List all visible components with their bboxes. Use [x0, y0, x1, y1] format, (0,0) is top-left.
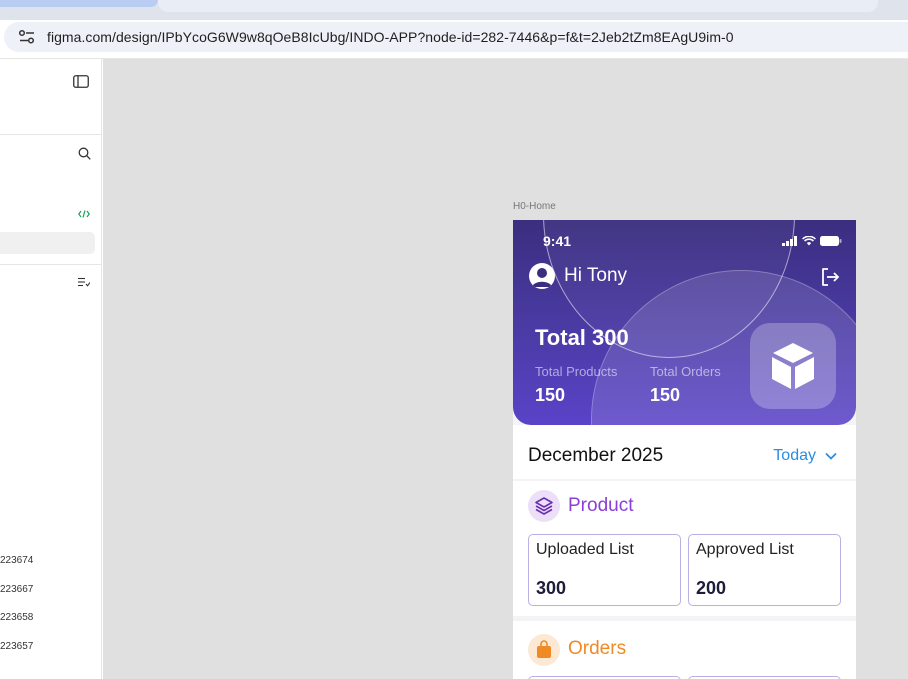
orders-section: Orders: [513, 621, 856, 679]
sidebar-divider: [0, 264, 102, 265]
layer-item[interactable]: 223658: [0, 612, 33, 623]
layers-icon: [528, 490, 560, 522]
signal-icon: [782, 236, 797, 246]
date-filter-bar: December 2025 Today: [513, 425, 856, 479]
battery-icon: [820, 236, 842, 246]
status-icons: [782, 236, 842, 246]
url-field[interactable]: figma.com/design/IPbYcoG6W9w8qOeB8IcUbg/…: [4, 22, 908, 52]
hero-header: 9:41 Hi Tony Total 300 Total Products 15…: [513, 220, 856, 425]
address-bar: figma.com/design/IPbYcoG6W9w8qOeB8IcUbg/…: [0, 20, 908, 53]
wifi-icon: [802, 236, 816, 246]
box-icon: [772, 343, 814, 389]
stat-value: 150: [650, 385, 681, 405]
selected-layer-row[interactable]: [0, 232, 95, 254]
total-heading: Total 300: [535, 325, 629, 350]
approved-list-card[interactable]: Approved List 200: [688, 534, 841, 606]
status-time: 9:41: [543, 233, 572, 249]
tab-strip-area: [158, 0, 878, 12]
uploaded-list-card[interactable]: Uploaded List 300: [528, 534, 681, 606]
product-title: Product: [568, 495, 634, 516]
logout-icon[interactable]: [820, 267, 840, 287]
active-tab[interactable]: [0, 0, 158, 7]
layer-item[interactable]: 223674: [0, 555, 33, 566]
product-section: Product Uploaded List 300 Approved List …: [513, 481, 856, 616]
list-check-icon[interactable]: [78, 277, 90, 288]
sidebar-toggle-icon[interactable]: [73, 75, 89, 88]
url-text: figma.com/design/IPbYcoG6W9w8qOeB8IcUbg/…: [47, 29, 734, 45]
design-canvas[interactable]: H0-Home 9:41 Hi Tony Total 300 Total Pro…: [103, 59, 908, 679]
layer-item[interactable]: 223667: [0, 584, 33, 595]
search-icon[interactable]: [78, 147, 91, 160]
frame-label[interactable]: H0-Home: [513, 201, 556, 212]
home-frame[interactable]: 9:41 Hi Tony Total 300 Total Products 15…: [513, 220, 856, 679]
orders-title: Orders: [568, 638, 627, 659]
box-tile: [750, 323, 836, 409]
code-icon[interactable]: [78, 209, 90, 219]
today-dropdown[interactable]: Today: [773, 447, 816, 465]
date-title: December 2025: [528, 445, 664, 466]
stat-value: 150: [535, 385, 566, 405]
card-value: 200: [696, 578, 727, 598]
url-path: /design/IPbYcoG6W9w8qOeB8IcUbg/INDO-APP?…: [112, 29, 734, 45]
stat-label: Total Orders: [650, 364, 721, 379]
sidebar-divider: [0, 134, 102, 135]
layer-item[interactable]: 223657: [0, 641, 33, 652]
avatar-icon[interactable]: [529, 263, 555, 289]
card-label: Uploaded List: [536, 541, 634, 558]
browser-tab-strip: [0, 0, 908, 20]
stat-label: Total Products: [535, 364, 618, 379]
layers-sidebar: 223674 223667 223658 223657: [0, 59, 102, 679]
card-label: Approved List: [696, 541, 794, 558]
card-value: 300: [536, 578, 567, 598]
site-info-icon[interactable]: [18, 29, 36, 45]
chevron-down-icon[interactable]: [825, 452, 837, 460]
shopping-bag-icon: [528, 634, 560, 666]
greeting-text: Hi Tony: [564, 265, 628, 286]
url-host: figma.com: [47, 29, 113, 45]
